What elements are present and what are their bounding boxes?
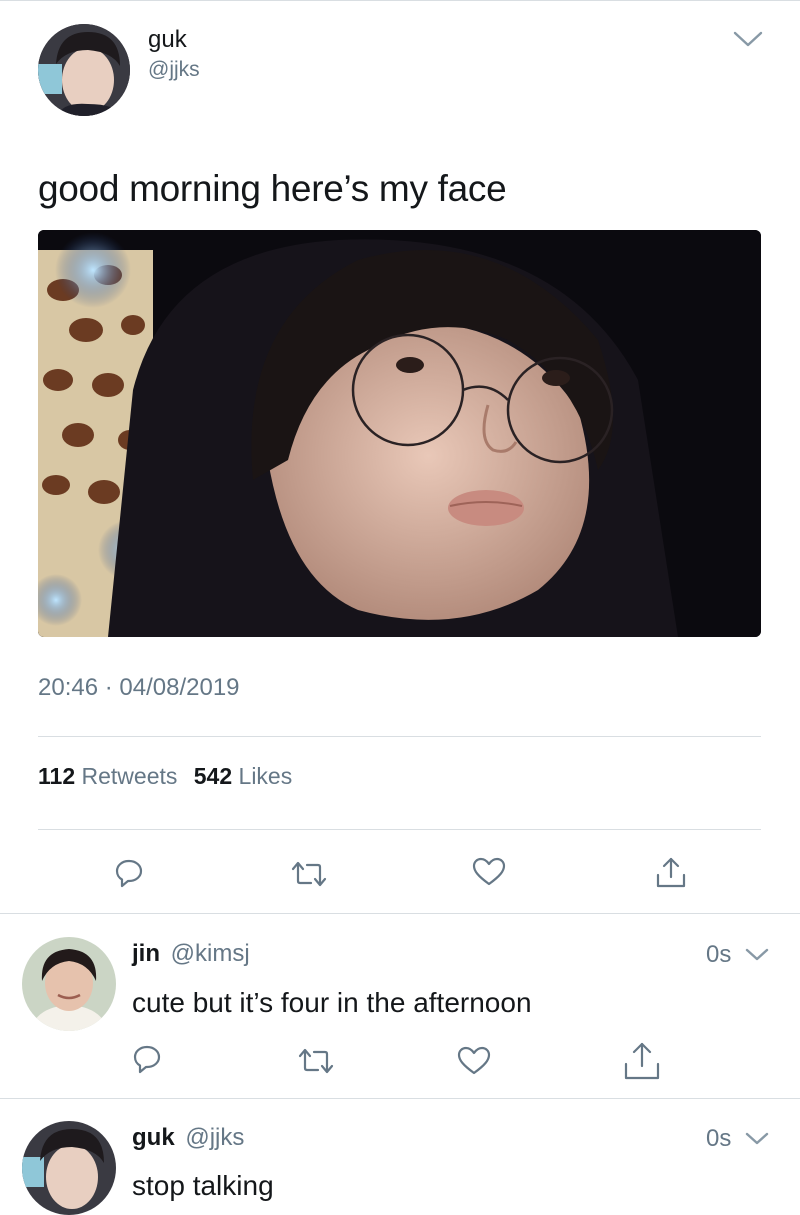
retweet-icon[interactable]: [296, 1046, 336, 1076]
reply-author[interactable]: guk @jjks: [132, 1124, 244, 1152]
reply-display-name: jin: [132, 940, 160, 967]
retweet-icon[interactable]: [289, 859, 329, 889]
share-icon[interactable]: [622, 1040, 662, 1082]
like-icon[interactable]: [472, 857, 506, 887]
avatar[interactable]: [22, 1121, 116, 1215]
avatar-photo: [22, 937, 116, 1031]
thread-divider: [0, 913, 800, 914]
tweet-stats: 112 Retweets 542 Likes: [38, 763, 292, 790]
avatar[interactable]: [38, 24, 130, 116]
reply-time: 0s: [706, 941, 732, 968]
tweet-photo[interactable]: [38, 230, 761, 637]
stats-top-divider: [38, 736, 761, 737]
retweets-label: Retweets: [81, 763, 178, 789]
likes-label: Likes: [238, 763, 293, 789]
reply-text: stop talking: [132, 1170, 274, 1201]
chevron-down-icon[interactable]: [744, 1130, 770, 1148]
reply-time: 0s: [706, 1125, 732, 1152]
tweet-time: 20:46: [38, 674, 99, 701]
likes-stat[interactable]: 542 Likes: [194, 763, 292, 789]
chevron-down-icon[interactable]: [732, 28, 764, 50]
reply-icon[interactable]: [132, 1044, 162, 1074]
retweets-stat[interactable]: 112 Retweets: [38, 763, 184, 789]
reply-display-name: guk: [132, 1124, 175, 1151]
share-icon[interactable]: [654, 855, 688, 889]
user-handle[interactable]: @jjks: [148, 58, 200, 82]
top-divider: [0, 0, 800, 1]
tweet-date: 04/08/2019: [119, 674, 240, 701]
timestamp-separator: ·: [104, 674, 113, 701]
photo-illustration: [38, 230, 761, 637]
reply-text: cute but it’s four in the afternoon: [132, 987, 532, 1018]
reply-author[interactable]: jin @kimsj: [132, 940, 250, 968]
reply-icon[interactable]: [114, 858, 144, 888]
reply-divider: [0, 1098, 800, 1099]
like-icon[interactable]: [457, 1046, 491, 1076]
likes-count: 542: [193, 763, 233, 789]
tweet-timestamp[interactable]: 20:46 · 04/08/2019: [38, 674, 240, 702]
display-name[interactable]: guk: [148, 26, 187, 54]
reply-handle: @kimsj: [170, 940, 250, 967]
chevron-down-icon[interactable]: [744, 946, 770, 964]
stats-bottom-divider: [38, 829, 761, 830]
reply-handle: @jjks: [185, 1124, 245, 1151]
tweet-text: good morning here’s my face: [38, 168, 507, 209]
avatar[interactable]: [22, 937, 116, 1031]
avatar-photo: [22, 1121, 116, 1215]
retweets-count: 112: [38, 763, 76, 789]
avatar-photo: [38, 24, 130, 116]
